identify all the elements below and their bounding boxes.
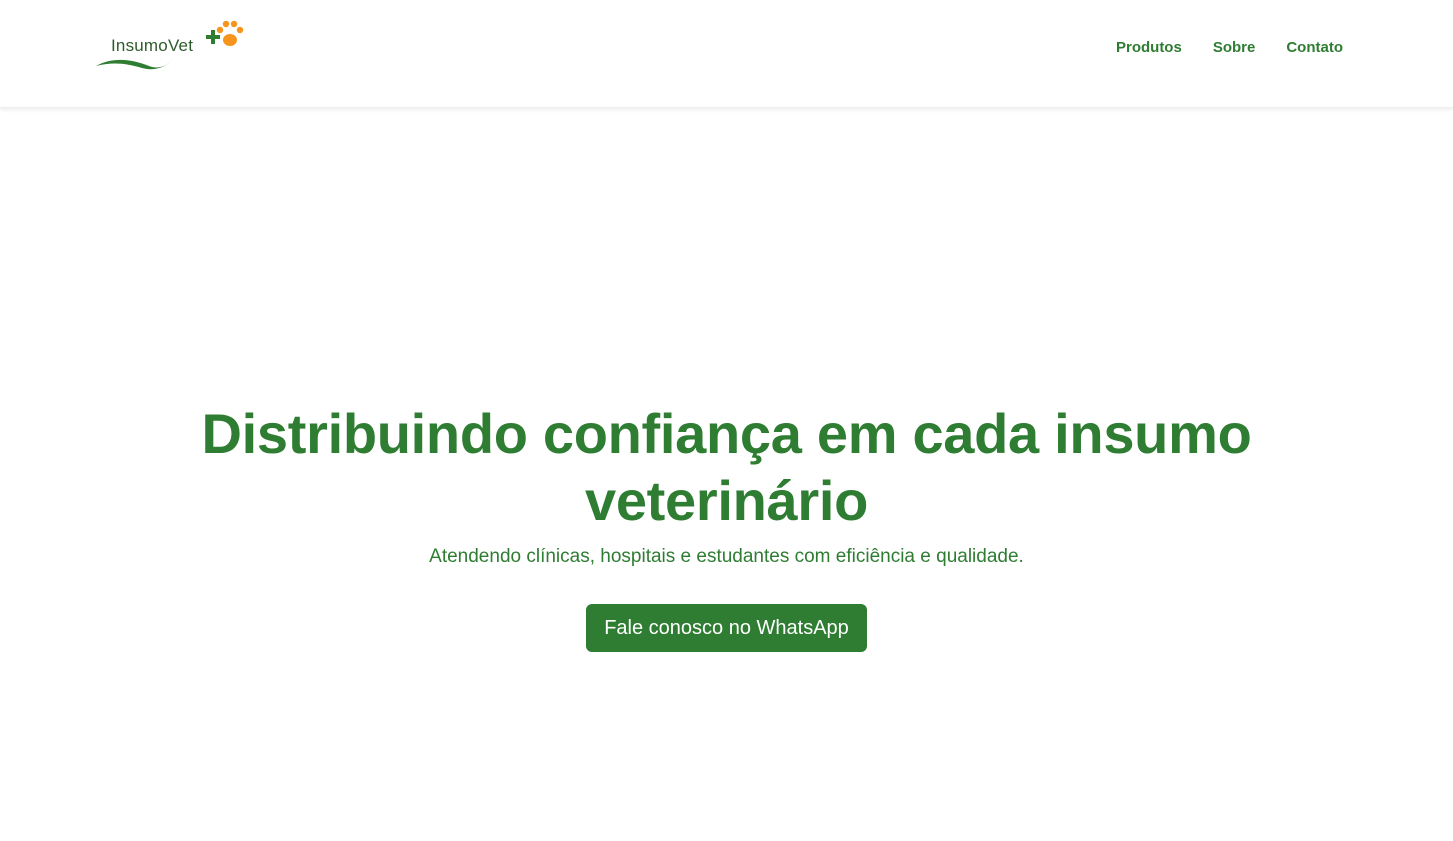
nav-item-contato[interactable]: Contato xyxy=(1286,38,1343,58)
site-header: InsumoVet Produtos Sobre Contato xyxy=(0,0,1453,108)
paw-icon xyxy=(216,20,244,46)
brand-logo[interactable]: InsumoVet xyxy=(94,16,246,74)
nav-item-sobre[interactable]: Sobre xyxy=(1213,38,1256,58)
main-nav: Produtos Sobre Contato xyxy=(1116,38,1343,58)
nav-item-produtos[interactable]: Produtos xyxy=(1116,38,1182,58)
whatsapp-cta-button[interactable]: Fale conosco no WhatsApp xyxy=(586,604,867,652)
brand-name: InsumoVet xyxy=(111,36,194,55)
hero-subtitle: Atendendo clínicas, hospitais e estudant… xyxy=(429,546,1024,567)
logo-swoosh xyxy=(96,54,176,70)
hero-title: Distribuindo confiança em cada insumo ve… xyxy=(201,402,1252,532)
hero-section: Distribuindo confiança em cada insumo ve… xyxy=(0,400,1453,652)
